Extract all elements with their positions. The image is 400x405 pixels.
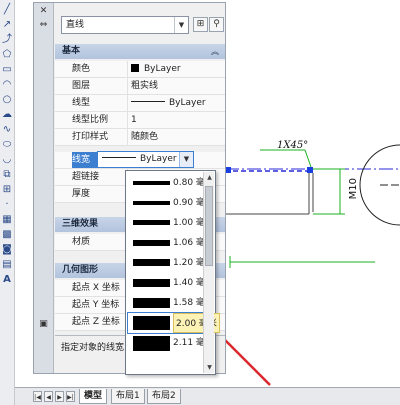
lineweight-option[interactable]: 2.11 毫... — [128, 333, 213, 353]
object-type-select[interactable]: 直线 ▼ — [61, 16, 189, 34]
lineweight-dropdown[interactable]: 0.80 毫... 0.90 毫... 1.00 毫... 1.06 毫... … — [125, 170, 220, 375]
tab-model[interactable]: 模型 — [79, 389, 108, 404]
lineweight-bar-icon — [133, 181, 170, 185]
scroll-thumb[interactable] — [205, 186, 213, 266]
color-swatch-icon — [131, 64, 139, 72]
lineweight-bar-icon — [133, 259, 170, 266]
line-tool-icon[interactable]: ╱ — [1, 4, 13, 16]
property-row-layer[interactable]: 图层 粗实线 — [55, 78, 225, 95]
auto-hide-icon[interactable]: ⇔ — [37, 19, 50, 31]
arc-icon[interactable]: ◠ — [1, 79, 13, 91]
lineweight-option[interactable]: 1.20 毫... — [128, 253, 213, 273]
lineweight-bar-icon — [133, 240, 170, 246]
spline-icon[interactable]: ∿ — [1, 124, 13, 136]
polyline-icon[interactable]: ⤴ — [1, 34, 13, 46]
lineweight-option[interactable]: 0.80 毫... — [128, 173, 213, 193]
toggle-pickadd-icon[interactable]: ⊞ — [193, 17, 208, 32]
layout-tab-bar: |◀ ◀ ▶ ▶| 模型 布局1 布局2 — [15, 387, 400, 405]
lineweight-option-highlighted[interactable]: 2.00 毫米 — [127, 312, 220, 334]
chevron-down-icon: ▼ — [174, 17, 188, 33]
dimension-label: M10 — [348, 178, 359, 200]
property-row-plot-style[interactable]: 打印样式 随颜色 — [55, 129, 225, 146]
first-tab-icon[interactable]: |◀ — [33, 391, 42, 402]
point-icon[interactable]: · — [1, 199, 13, 211]
lineweight-bar-icon — [133, 279, 170, 287]
scroll-down-icon[interactable]: ▼ — [204, 362, 215, 373]
insert-block-icon[interactable]: ⧉ — [1, 169, 13, 181]
draw-toolbar: ╱ ↗ ⤴ ⬠ ▭ ◠ ○ ☁ ∿ ⬭ ◡ ⧉ ⊞ · ▦ ▩ ◙ ▤ A — [0, 0, 15, 405]
quick-select-icon[interactable]: ⚲ — [209, 17, 224, 32]
lineweight-bar-icon — [133, 220, 170, 225]
lineweight-option[interactable]: 0.90 毫... — [128, 193, 213, 213]
lineweight-combo-value: ByLayer — [140, 154, 177, 164]
palette-title-strip[interactable]: ✕ ⇔ ▣ — [34, 3, 54, 373]
gradient-icon[interactable]: ▩ — [1, 229, 13, 241]
lineweight-bar-icon — [133, 316, 170, 330]
make-block-icon[interactable]: ⊞ — [1, 184, 13, 196]
chamfer-label: 1X45° — [277, 140, 309, 151]
collapse-icon[interactable]: ︽ — [211, 44, 219, 59]
lineweight-option[interactable]: 1.06 毫... — [128, 233, 213, 253]
linetype-preview-icon — [131, 101, 165, 102]
lineweight-option[interactable]: 1.40 毫... — [128, 273, 213, 293]
tab-layout2[interactable]: 布局2 — [147, 389, 181, 404]
chevron-down-icon[interactable]: ▼ — [179, 152, 193, 167]
close-icon[interactable]: ✕ — [37, 5, 50, 17]
leader-arrow-line — [304, 149, 312, 168]
hatch-icon[interactable]: ▦ — [1, 214, 13, 226]
rectangle-icon[interactable]: ▭ — [1, 64, 13, 76]
section-general[interactable]: 基本 ︽ — [55, 44, 225, 59]
lineweight-bar-icon — [133, 336, 170, 351]
scroll-up-icon[interactable]: ▲ — [204, 172, 215, 183]
multiline-text-icon[interactable]: A — [1, 274, 13, 286]
lineweight-preview-icon — [102, 157, 136, 158]
property-row-linetype-scale[interactable]: 线型比例 1 — [55, 112, 225, 129]
circle-icon[interactable]: ○ — [1, 94, 13, 106]
region-icon[interactable]: ◙ — [1, 244, 13, 256]
lineweight-bar-icon — [133, 298, 170, 308]
table-icon[interactable]: ▤ — [1, 259, 13, 271]
ellipse-icon[interactable]: ⬭ — [1, 139, 13, 151]
prev-tab-icon[interactable]: ◀ — [44, 391, 53, 402]
property-row-color[interactable]: 颜色 ByLayer — [55, 61, 225, 78]
palette-properties-icon[interactable]: ▣ — [37, 318, 50, 330]
object-type-value: 直线 — [66, 20, 85, 30]
next-tab-icon[interactable]: ▶ — [55, 391, 64, 402]
lineweight-bar-icon — [133, 201, 170, 205]
polygon-icon[interactable]: ⬠ — [1, 49, 13, 61]
lineweight-scrollbar[interactable]: ▲ ▼ — [203, 172, 214, 373]
lineweight-option[interactable]: 1.58 毫... — [128, 293, 213, 313]
grip-end — [307, 167, 313, 173]
revision-cloud-icon[interactable]: ☁ — [1, 109, 13, 121]
property-row-linetype[interactable]: 线型 ByLayer — [55, 95, 225, 112]
last-tab-icon[interactable]: ▶| — [66, 391, 75, 402]
lineweight-combo[interactable]: ByLayer ▼ — [97, 151, 194, 168]
construction-line-icon[interactable]: ↗ — [1, 19, 13, 31]
tab-layout1[interactable]: 布局1 — [111, 389, 145, 404]
ellipse-arc-icon[interactable]: ◡ — [1, 154, 13, 166]
lineweight-option[interactable]: 1.00 毫... — [128, 213, 213, 233]
